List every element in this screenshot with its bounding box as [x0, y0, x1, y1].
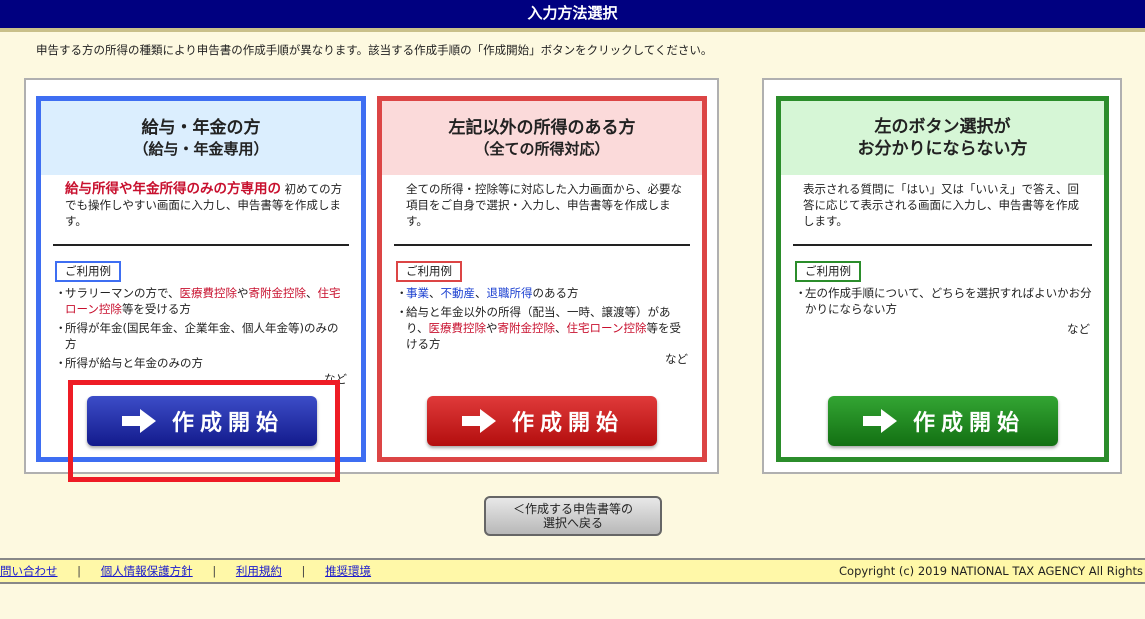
- donation-deduction-link[interactable]: 寄附金控除: [249, 286, 307, 300]
- card-title: 左のボタン選択が: [874, 117, 1011, 137]
- donation-deduction-link[interactable]: 寄附金控除: [498, 321, 556, 335]
- arrow-right-icon: [862, 409, 897, 433]
- usage-example-tag: ご利用例: [795, 261, 861, 282]
- medical-deduction-link[interactable]: 医療費控除: [429, 321, 487, 335]
- card-description: 表示される質問に「はい」又は「いいえ」で答え、回答に応じて表示される画面に入力し…: [803, 182, 1079, 228]
- copyright: Copyright (c) 2019 NATIONAL TAX AGENCY A…: [839, 564, 1143, 578]
- real-estate-income-link[interactable]: 不動産: [441, 286, 476, 300]
- start-button-label: 作成開始: [511, 411, 624, 436]
- start-button-label: 作成開始: [912, 411, 1025, 436]
- start-button-other-income[interactable]: 作成開始: [427, 396, 657, 446]
- usage-example-list: サラリーマンの方で、医療費控除や寄附金控除、住宅ローン控除等を受ける方 所得が年…: [55, 285, 349, 374]
- footer-link-environment[interactable]: 推奨環境: [325, 564, 371, 578]
- card-header: 左のボタン選択が お分かりにならない方: [781, 101, 1104, 175]
- medical-deduction-link[interactable]: 医療費控除: [180, 286, 238, 300]
- back-button[interactable]: ＜作成する申告書等の 選択へ戻る: [484, 496, 662, 536]
- footer-separator: |: [212, 564, 217, 578]
- usage-example-tag: ご利用例: [55, 261, 121, 282]
- usage-example-tag: ご利用例: [396, 261, 462, 282]
- divider: [394, 244, 690, 246]
- card-description: 全ての所得・控除等に対応した入力画面から、必要な項目をご自身で選択・入力し、申告…: [406, 182, 682, 228]
- start-button-not-sure[interactable]: 作成開始: [828, 396, 1058, 446]
- card-subtitle: （給与・年金専用）: [133, 140, 269, 158]
- list-item: 所得が給与と年金のみの方: [55, 355, 349, 371]
- list-item: 給与と年金以外の所得（配当、一時、譲渡等）があり、医療費控除や寄附金控除、住宅ロ…: [396, 304, 690, 352]
- list-item: サラリーマンの方で、医療費控除や寄附金控除、住宅ローン控除等を受ける方: [55, 285, 349, 317]
- card-subtitle: （全ての所得対応）: [474, 140, 610, 158]
- housing-loan-deduction-link[interactable]: 住宅ローン控除: [567, 321, 647, 335]
- card-title: 給与・年金の方: [141, 118, 261, 138]
- arrow-right-icon: [461, 409, 496, 433]
- page-title: 入力方法選択: [0, 0, 1145, 28]
- divider: [793, 244, 1092, 246]
- list-item: 左の作成手順について、どちらを選択すればよいかお分かりにならない方: [795, 285, 1092, 317]
- list-item: 事業、不動産、退職所得のある方: [396, 285, 690, 301]
- divider: [53, 244, 349, 246]
- footer-link-terms[interactable]: 利用規約: [236, 564, 282, 578]
- footer-link-privacy[interactable]: 個人情報保護方針: [101, 564, 193, 578]
- card-subtitle: お分かりにならない方: [857, 139, 1028, 159]
- usage-example-list: 事業、不動産、退職所得のある方 給与と年金以外の所得（配当、一時、譲渡等）があり…: [396, 285, 690, 355]
- usage-example-list: 左の作成手順について、どちらを選択すればよいかお分かりにならない方: [795, 285, 1092, 320]
- footer-separator: |: [77, 564, 82, 578]
- business-income-link[interactable]: 事業: [406, 286, 429, 300]
- footer-separator: |: [301, 564, 306, 578]
- footer-link-contact[interactable]: 問い合わせ: [0, 564, 58, 578]
- etc-label: など: [1067, 322, 1090, 336]
- instruction-text: 申告する方の所得の種類により申告書の作成手順が異なります。該当する作成手順の「作…: [36, 43, 713, 57]
- back-button-line2: 選択へ戻る: [542, 516, 603, 530]
- title-underline: [0, 28, 1145, 32]
- card-header: 左記以外の所得のある方 （全ての所得対応）: [382, 101, 702, 175]
- card-description: 給与所得や年金所得のみの方専用の 初めての方でも操作しやすい画面に入力し、申告書…: [65, 181, 347, 229]
- highlight-box: [68, 380, 340, 482]
- back-button-line1: ＜作成する申告書等の: [512, 502, 633, 516]
- card-header: 給与・年金の方 （給与・年金専用）: [41, 101, 361, 175]
- retirement-income-link[interactable]: 退職所得: [487, 286, 533, 300]
- card-title: 左記以外の所得のある方: [448, 118, 636, 138]
- list-item: 所得が年金(国民年金、企業年金、個人年金等)のみの方: [55, 320, 349, 352]
- etc-label: など: [665, 352, 688, 366]
- footer: 問い合わせ | 個人情報保護方針 | 利用規約 | 推奨環境 Copyright…: [0, 558, 1145, 584]
- card-description-emphasis: 給与所得や年金所得のみの方専用の: [65, 181, 281, 197]
